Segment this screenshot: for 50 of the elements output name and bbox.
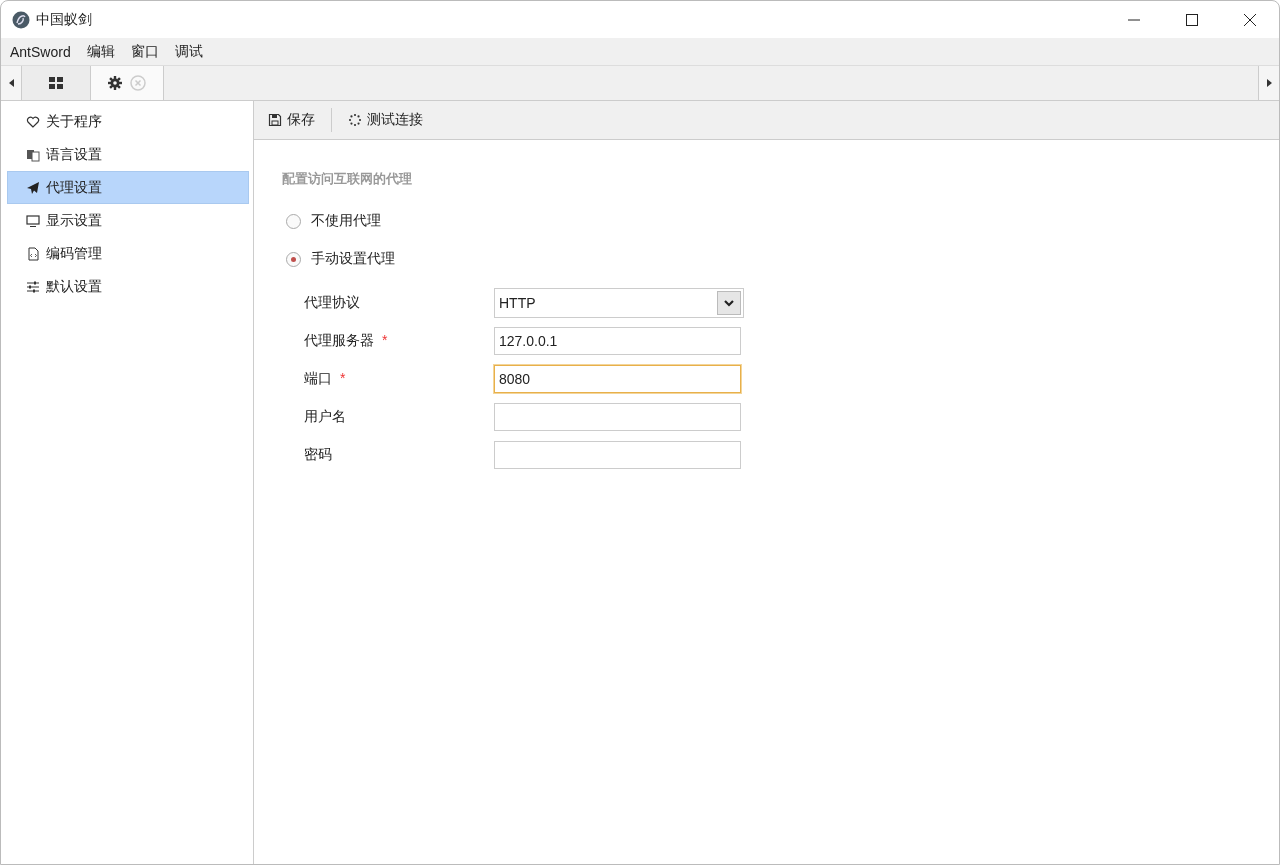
sidebar-item[interactable]: 显示设置 — [7, 204, 249, 237]
toolbar-button[interactable]: 保存 — [268, 108, 332, 132]
code-file-icon — [26, 246, 40, 261]
monitor-icon — [26, 213, 40, 228]
scroll-right-button[interactable] — [1258, 66, 1279, 100]
paper-plane-icon — [26, 180, 40, 195]
section-heading: 配置访问互联网的代理 — [282, 170, 413, 188]
field-label: 用户名 — [304, 408, 346, 426]
heart-icon — [26, 114, 40, 129]
language-icon — [26, 147, 40, 162]
grid-icon — [49, 77, 63, 89]
menu-item[interactable]: AntSword — [10, 43, 71, 60]
left-triangle-icon — [8, 79, 14, 87]
menu-item[interactable]: 调试 — [174, 42, 203, 61]
gear-icon — [108, 76, 122, 90]
save-icon — [268, 113, 282, 127]
input-field[interactable]: 8080 — [494, 365, 741, 393]
sidebar-item[interactable]: 关于程序 — [7, 105, 249, 138]
input-field[interactable] — [494, 403, 741, 431]
input-field[interactable] — [494, 441, 741, 469]
sidebar-item[interactable]: 编码管理 — [7, 237, 249, 270]
field-label: 代理协议 — [304, 294, 360, 312]
radio-label[interactable]: 不使用代理 — [311, 212, 381, 230]
menu-item[interactable]: 编辑 — [86, 42, 115, 61]
maximize-icon — [1186, 13, 1198, 26]
protocol-dropdown[interactable]: HTTP — [494, 288, 744, 318]
sliders-icon — [26, 279, 40, 294]
spinner-icon — [348, 113, 362, 127]
scroll-left-button[interactable] — [1, 66, 22, 100]
field-label: 代理服务器 — [304, 332, 374, 350]
right-triangle-icon — [1266, 79, 1272, 87]
sidebar-item[interactable]: 默认设置 — [7, 270, 249, 303]
radio-label[interactable]: 手动设置代理 — [311, 250, 395, 268]
toolbar-button[interactable]: 测试连接 — [348, 108, 439, 132]
radio-button[interactable] — [286, 213, 301, 229]
chevron-down-icon — [724, 299, 734, 307]
radio-button[interactable] — [286, 251, 301, 267]
window-title: 中国蚁剑 — [36, 10, 92, 29]
menu-item[interactable]: 窗口 — [130, 42, 159, 61]
input-field[interactable]: 127.0.0.1 — [494, 327, 741, 355]
sidebar-item[interactable]: 语言设置 — [7, 138, 249, 171]
field-label: 端口 — [304, 370, 332, 388]
required-mark: * — [340, 370, 346, 388]
required-mark: * — [382, 332, 388, 350]
tab[interactable] — [91, 66, 164, 100]
tab[interactable] — [22, 66, 91, 100]
field-label: 密码 — [304, 446, 332, 464]
close-icon — [1244, 13, 1256, 26]
app-logo-icon — [12, 10, 30, 29]
sidebar-item[interactable]: 代理设置 — [7, 171, 249, 204]
